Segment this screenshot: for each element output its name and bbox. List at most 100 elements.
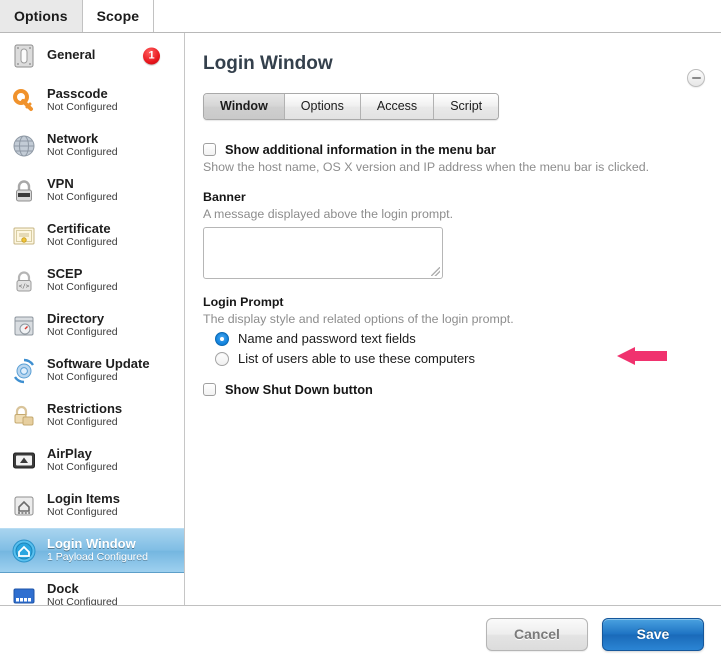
tab-options[interactable]: Options <box>0 0 83 32</box>
software-update-icon <box>10 357 38 385</box>
sidebar-item-software-update-title: Software Update <box>47 356 150 371</box>
sidebar-item-airplay-text: AirPlay Not Configured <box>47 447 118 474</box>
sidebar-item-passcode-text: Passcode Not Configured <box>47 87 118 114</box>
payload-detail-pane: Login Window Window Options Access Scrip… <box>185 33 721 605</box>
payload-sidebar[interactable]: General 1 Passcode Not Configured Networ… <box>0 33 185 605</box>
sidebar-item-dock[interactable]: Dock Not Configured <box>0 573 184 605</box>
tab-options-label: Options <box>14 8 68 24</box>
sidebar-item-vpn-title: VPN <box>47 176 74 191</box>
sidebar-item-directory[interactable]: Directory Not Configured <box>0 303 184 348</box>
sidebar-item-certificate-title: Certificate <box>47 221 111 236</box>
lock-code-icon: </> <box>10 267 38 295</box>
login-prompt-option-name-password[interactable]: Name and password text fields <box>203 331 699 346</box>
radio-name-password-label: Name and password text fields <box>238 331 416 346</box>
tab-options[interactable]: Options <box>284 94 361 119</box>
sidebar-item-login-items-title: Login Items <box>47 491 120 506</box>
remove-payload-button[interactable] <box>687 69 705 87</box>
sidebar-item-general-text: General <box>47 48 95 63</box>
show-additional-info-checkbox[interactable] <box>203 143 216 156</box>
sidebar-item-network-text: Network Not Configured <box>47 132 118 159</box>
tab-access[interactable]: Access <box>360 94 435 119</box>
sidebar-item-vpn[interactable]: VPN Not Configured <box>0 168 184 213</box>
sidebar-item-scep-status: Not Configured <box>47 281 118 294</box>
sidebar-item-login-items-text: Login Items Not Configured <box>47 492 120 519</box>
sidebar-item-restrictions-text: Restrictions Not Configured <box>47 402 122 429</box>
sidebar-item-network[interactable]: Network Not Configured <box>0 123 184 168</box>
sidebar-item-software-update[interactable]: Software Update Not Configured <box>0 348 184 393</box>
banner-hint: A message displayed above the login prom… <box>203 207 454 221</box>
login-items-icon <box>10 492 38 520</box>
login-prompt-label: Login Prompt <box>203 295 284 309</box>
login-prompt-hint: The display style and related options of… <box>203 312 514 326</box>
sidebar-item-dock-title: Dock <box>47 581 79 596</box>
radio-name-password[interactable] <box>215 331 229 346</box>
switch-icon <box>10 42 38 70</box>
sidebar-item-login-window-title: Login Window <box>47 536 136 551</box>
key-icon <box>10 87 38 115</box>
menu-bar-info-row: Show additional information in the menu … <box>203 142 699 157</box>
main-split: General 1 Passcode Not Configured Networ… <box>0 33 721 605</box>
sidebar-item-restrictions-title: Restrictions <box>47 401 123 416</box>
radio-user-list[interactable] <box>215 351 229 366</box>
tab-strip-filler <box>154 0 721 32</box>
sidebar-item-airplay[interactable]: AirPlay Not Configured <box>0 438 184 483</box>
sidebar-item-login-items-status: Not Configured <box>47 506 118 519</box>
tab-window[interactable]: Window <box>204 94 285 119</box>
configuration-profile-window: Options Scope General 1 Passcode Not Con… <box>0 0 721 662</box>
sidebar-item-passcode-status: Not Configured <box>47 101 118 114</box>
sidebar-item-passcode[interactable]: Passcode Not Configured <box>0 78 184 123</box>
dialog-footer: Cancel Save <box>0 605 721 662</box>
sidebar-item-general[interactable]: General 1 <box>0 33 184 78</box>
sidebar-item-airplay-status: Not Configured <box>47 461 118 474</box>
sidebar-item-network-status: Not Configured <box>47 146 118 159</box>
sidebar-item-login-window[interactable]: Login Window 1 Payload Configured <box>0 528 184 573</box>
padlock-icon <box>10 177 38 205</box>
shut-down-row: Show Shut Down button <box>203 382 699 397</box>
save-button[interactable]: Save <box>602 617 704 651</box>
sidebar-item-software-update-status: Not Configured <box>47 371 118 384</box>
radio-user-list-label: List of users able to use these computer… <box>238 351 476 366</box>
sidebar-item-restrictions-status: Not Configured <box>47 416 118 429</box>
sidebar-item-vpn-text: VPN Not Configured <box>47 177 118 204</box>
show-shut-down-checkbox[interactable] <box>203 383 216 396</box>
certificate-icon <box>10 222 38 250</box>
sidebar-item-passcode-title: Passcode <box>47 86 108 101</box>
sidebar-item-restrictions[interactable]: Restrictions Not Configured <box>0 393 184 438</box>
banner-textarea[interactable] <box>203 227 443 279</box>
login-window-icon <box>10 537 38 565</box>
sidebar-item-vpn-status: Not Configured <box>47 191 118 204</box>
sidebar-item-dock-status: Not Configured <box>47 596 118 605</box>
directory-icon <box>10 312 38 340</box>
show-additional-info-label: Show additional information in the menu … <box>225 142 496 157</box>
globe-icon <box>10 132 38 160</box>
sidebar-item-scep-title: SCEP <box>47 266 83 281</box>
show-additional-info-hint: Show the host name, OS X version and IP … <box>203 160 650 174</box>
sidebar-item-scep[interactable]: </> SCEP Not Configured <box>0 258 184 303</box>
sidebar-item-network-title: Network <box>47 131 99 146</box>
cancel-button[interactable]: Cancel <box>486 617 588 651</box>
sidebar-item-directory-text: Directory Not Configured <box>47 312 118 339</box>
restrictions-icon <box>10 402 38 430</box>
tab-scope[interactable]: Scope <box>82 0 155 32</box>
arrow-left-icon <box>613 346 669 366</box>
sidebar-item-airplay-title: AirPlay <box>47 446 92 461</box>
payload-sub-tabs[interactable]: Window Options Access Script <box>203 93 500 120</box>
window-tab-strip: Options Scope <box>0 0 721 33</box>
sidebar-item-scep-text: SCEP Not Configured <box>47 267 118 294</box>
show-shut-down-label: Show Shut Down button <box>225 382 373 397</box>
sidebar-item-general-title: General <box>47 48 96 63</box>
tab-scope-label: Scope <box>96 8 140 24</box>
svg-text:</>: </> <box>19 283 30 290</box>
sidebar-item-dock-text: Dock Not Configured <box>47 582 118 605</box>
sidebar-item-login-window-text: Login Window 1 Payload Configured <box>47 537 148 564</box>
sidebar-item-software-update-text: Software Update Not Configured <box>47 357 150 384</box>
sidebar-item-login-window-status: 1 Payload Configured <box>47 551 148 564</box>
tab-script[interactable]: Script <box>434 94 499 119</box>
sidebar-item-directory-status: Not Configured <box>47 326 118 339</box>
sidebar-item-certificate[interactable]: Certificate Not Configured <box>0 213 184 258</box>
page-title: Login Window <box>203 53 333 74</box>
sidebar-item-login-items[interactable]: Login Items Not Configured <box>0 483 184 528</box>
airplay-icon <box>10 447 38 475</box>
sidebar-item-directory-title: Directory <box>47 311 105 326</box>
sidebar-item-certificate-text: Certificate Not Configured <box>47 222 118 249</box>
